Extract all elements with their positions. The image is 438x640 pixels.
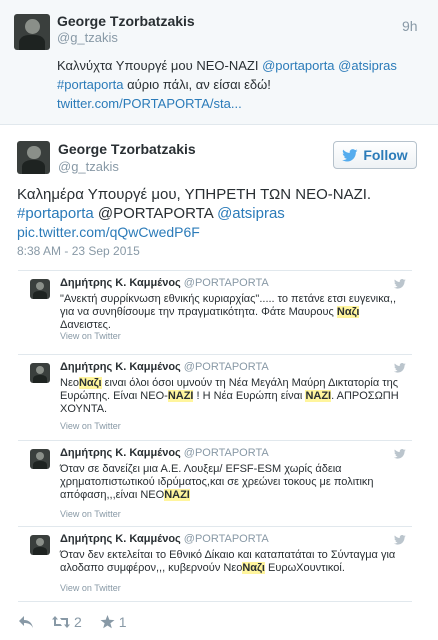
view-on-twitter-link[interactable]: View on Twitter — [60, 509, 121, 519]
main-text-line2: #portaporta @PORTAPORTA @atsipras — [17, 205, 285, 222]
card-author-avatar — [30, 279, 50, 299]
view-on-twitter-link[interactable]: View on Twitter — [60, 331, 121, 341]
reply-tweet: George Tzorbatzakis @g_tzakis 9h Καλνύχτ… — [0, 0, 438, 125]
reply-author-handle[interactable]: @g_tzakis — [57, 30, 118, 45]
card-text-part: Όταν δεν εκτελείται το Εθνικό Δίκαιο και… — [60, 549, 396, 574]
card-author-name: Δημήτρης Κ. Καμμένος — [60, 277, 181, 289]
highlighted-word: ΝΑΖΙ — [305, 390, 332, 402]
card-author-handle: @PORTAPORTA — [183, 277, 269, 289]
reply-timestamp[interactable]: 9h — [402, 18, 418, 34]
card-author-name: Δημήτρης Κ. Καμμένος — [60, 447, 181, 459]
view-on-twitter-link[interactable]: View on Twitter — [60, 583, 121, 593]
card-author-handle: @PORTAPORTA — [183, 361, 269, 373]
favorite-star-icon — [100, 615, 115, 629]
reply-status-link[interactable]: twitter.com/PORTAPORTA/sta... — [57, 96, 242, 111]
hashtag-link[interactable]: #portaporta — [17, 205, 94, 222]
retweet-button[interactable]: 2 — [52, 614, 82, 630]
card-text-part: ΕυρωΧουντικοί. — [264, 562, 345, 574]
follow-button[interactable]: Follow — [333, 141, 417, 169]
embedded-tweet-card[interactable]: Δημήτρης Κ. Καμμένος @PORTAPORTA "Ανεκτή … — [18, 270, 412, 354]
highlighted-word: Ναζι — [242, 562, 265, 574]
favorite-count: 1 — [118, 614, 127, 630]
follow-label: Follow — [363, 147, 408, 163]
mention-link[interactable]: @PORTAPORTA — [98, 205, 213, 222]
card-author-handle: @PORTAPORTA — [183, 447, 269, 459]
view-on-twitter-link[interactable]: View on Twitter — [60, 421, 121, 431]
retweet-count: 2 — [74, 614, 82, 630]
card-author-avatar — [30, 363, 50, 383]
embedded-tweet-card[interactable]: Δημήτρης Κ. Καμμένος @PORTAPORTA Όταν δεν… — [18, 526, 412, 602]
main-author-avatar[interactable] — [17, 141, 50, 174]
card-author-avatar — [30, 449, 50, 469]
card-text: "Ανεκτή συρρίκνωση εθνικής κυριαρχίας"..… — [60, 293, 410, 332]
card-author-name: Δημήτρης Κ. Καμμένος — [60, 361, 181, 373]
reply-text-line2: #portaporta αύριο πάλι, αν είσαι εδώ! — [57, 77, 271, 92]
reply-button[interactable] — [18, 615, 34, 629]
twitter-bird-icon — [394, 363, 406, 373]
highlighted-word: Ναζι — [78, 377, 102, 389]
main-author-handle[interactable]: @g_tzakis — [58, 159, 119, 174]
main-text-line1: Καλημέρα Υπουργέ μου, ΥΠΗΡΕΤΗ ΤΩΝ ΝΕΟ-ΝΑ… — [17, 186, 372, 203]
reply-icon — [19, 616, 33, 628]
main-author-name[interactable]: George Tzorbatzakis — [58, 141, 196, 157]
highlighted-word: ΝΑΖΙ — [167, 390, 194, 402]
card-author: Δημήτρης Κ. Καμμένος @PORTAPORTA — [60, 361, 269, 373]
card-author: Δημήτρης Κ. Καμμένος @PORTAPORTA — [60, 533, 269, 545]
reply-text-plain: Καλνύχτα Υπουργέ μου ΝΕΟ-ΝΑΖΙ — [57, 58, 263, 73]
reply-text-plain: αύριο πάλι, αν είσαι εδώ! — [123, 77, 271, 92]
twitter-bird-icon — [394, 279, 406, 289]
card-author: Δημήτρης Κ. Καμμένος @PORTAPORTA — [60, 277, 269, 289]
twitter-bird-icon — [394, 535, 406, 545]
reply-author-name[interactable]: George Tzorbatzakis — [57, 13, 195, 29]
favorite-button[interactable]: 1 — [100, 614, 127, 630]
card-author-handle: @PORTAPORTA — [183, 533, 269, 545]
card-text: Όταν σε δανείζει μια Α.Ε. Λουξεμ/ EFSF-E… — [60, 463, 410, 502]
reply-text-line1: Καλνύχτα Υπουργέ μου ΝΕΟ-ΝΑΖΙ @portaport… — [57, 58, 397, 73]
mention-link[interactable]: @portaporta — [262, 58, 334, 73]
highlighted-word: Ναζι — [336, 306, 360, 318]
pic-link[interactable]: pic.twitter.com/qQwCwedP6F — [17, 224, 200, 240]
card-text: ΝεοΝαζι ειναι όλοι όσοι υμνούν τη Νέα Με… — [60, 377, 410, 416]
card-text-part: Δανειστες. — [60, 319, 111, 331]
card-text-part: ! Η Νέα Ευρώπη είναι — [193, 390, 306, 402]
card-author-name: Δημήτρης Κ. Καμμένος — [60, 533, 181, 545]
card-text-part: Όταν σε δανείζει μια Α.Ε. Λουξεμ/ EFSF-E… — [60, 463, 374, 501]
tweet-actions: 2 1 — [18, 612, 145, 632]
twitter-bird-icon — [342, 148, 358, 161]
reply-author-avatar[interactable] — [14, 14, 50, 50]
card-author: Δημήτρης Κ. Καμμένος @PORTAPORTA — [60, 447, 269, 459]
tweet-timestamp[interactable]: 8:38 AM - 23 Sep 2015 — [17, 244, 140, 258]
twitter-bird-icon — [394, 449, 406, 459]
card-author-avatar — [30, 535, 50, 555]
retweet-icon — [52, 616, 70, 628]
hashtag-link[interactable]: #portaporta — [57, 77, 124, 92]
card-text-part: Νεο — [60, 377, 79, 389]
embedded-tweet-card[interactable]: Δημήτρης Κ. Καμμένος @PORTAPORTA ΝεοΝαζι … — [18, 354, 412, 440]
highlighted-word: ΝΑΖΙ — [164, 489, 190, 501]
mention-link[interactable]: @atsipras — [338, 58, 397, 73]
card-text: Όταν δεν εκτελείται το Εθνικό Δίκαιο και… — [60, 549, 410, 575]
mention-link[interactable]: @atsipras — [217, 205, 285, 222]
embedded-tweet-card[interactable]: Δημήτρης Κ. Καμμένος @PORTAPORTA Όταν σε … — [18, 440, 412, 526]
